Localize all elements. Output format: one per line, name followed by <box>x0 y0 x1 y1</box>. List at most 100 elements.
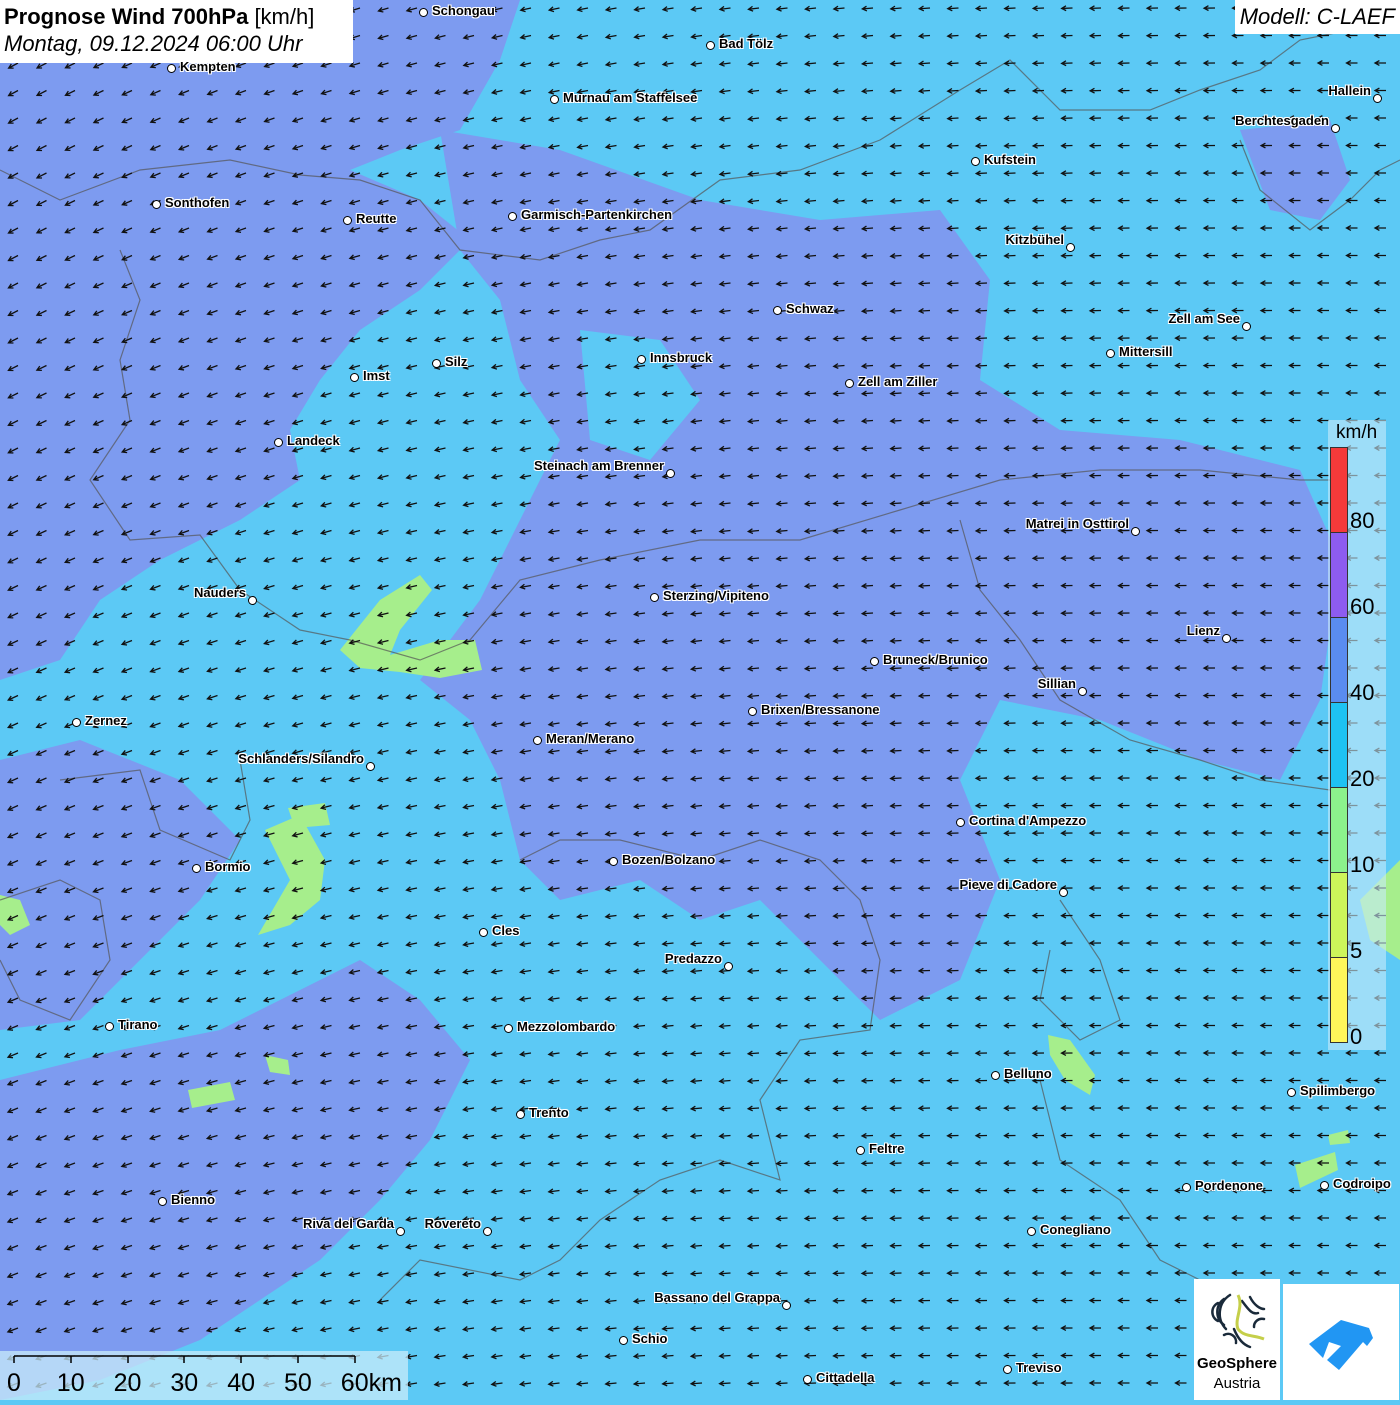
city-marker[interactable] <box>1003 1365 1012 1374</box>
wind-arrow <box>490 1078 503 1085</box>
wind-arrow <box>1202 1270 1216 1276</box>
city-marker[interactable] <box>192 864 201 873</box>
city-marker[interactable] <box>1320 1181 1329 1190</box>
wind-arrow <box>604 1078 617 1085</box>
wind-arrow <box>1259 1242 1273 1249</box>
city-marker[interactable] <box>1131 527 1140 536</box>
wind-arrow <box>1288 1132 1301 1139</box>
city-marker[interactable] <box>516 1110 525 1119</box>
wind-arrow <box>405 364 418 370</box>
wind-arrow <box>1174 5 1187 12</box>
city-marker[interactable] <box>971 157 980 166</box>
city-marker[interactable] <box>343 216 352 225</box>
city-marker[interactable] <box>105 1022 114 1031</box>
city-marker[interactable] <box>167 64 176 73</box>
city-marker[interactable] <box>1106 349 1115 358</box>
wind-arrow <box>1231 390 1244 397</box>
city-marker[interactable] <box>396 1227 405 1236</box>
city-marker[interactable] <box>956 818 965 827</box>
wind-arrow <box>1231 802 1244 809</box>
wind-arrow <box>1259 802 1273 809</box>
wind-arrow <box>177 667 190 673</box>
city-marker[interactable] <box>845 379 854 388</box>
wind-arrow <box>1288 335 1301 341</box>
city-marker[interactable] <box>504 1024 513 1033</box>
wind-arrow <box>1088 1242 1102 1249</box>
wind-arrow <box>291 611 304 618</box>
city-marker[interactable] <box>1331 124 1340 133</box>
city-marker[interactable] <box>508 212 517 221</box>
wind-arrow <box>1117 362 1130 369</box>
wind-arrow <box>1345 280 1358 286</box>
wind-arrow <box>946 1325 959 1332</box>
city-marker[interactable] <box>550 95 559 104</box>
city-marker[interactable] <box>152 200 161 209</box>
wind-arrow <box>1031 115 1045 122</box>
city-marker[interactable] <box>419 8 428 17</box>
wind-arrow <box>1145 115 1159 122</box>
wind-arrow <box>376 721 389 728</box>
city-marker[interactable] <box>609 857 618 866</box>
city-marker[interactable] <box>637 355 646 364</box>
city-marker[interactable] <box>991 1071 1000 1080</box>
wind-arrow <box>1031 830 1045 837</box>
city-marker[interactable] <box>72 718 81 727</box>
city-marker[interactable] <box>248 596 257 605</box>
wind-arrow <box>405 474 418 480</box>
city-marker[interactable] <box>1287 1088 1296 1097</box>
wind-arrow <box>433 281 446 288</box>
wind-arrow <box>974 1325 988 1332</box>
city-marker[interactable] <box>782 1301 791 1310</box>
city-marker[interactable] <box>1182 1183 1191 1192</box>
city-marker[interactable] <box>274 438 283 447</box>
city-marker[interactable] <box>479 928 488 937</box>
wind-arrow <box>7 694 19 701</box>
wind-arrow <box>718 88 731 95</box>
city-marker[interactable] <box>158 1197 167 1206</box>
city-marker[interactable] <box>1242 322 1251 331</box>
wind-arrow <box>775 1352 788 1359</box>
wind-arrow <box>1345 307 1358 314</box>
city-marker[interactable] <box>1066 243 1075 252</box>
wind-arrow <box>661 116 674 122</box>
wind-arrow <box>1316 280 1330 286</box>
wind-arrow <box>946 1187 959 1194</box>
legend-tick: 10 <box>1350 852 1375 877</box>
city-marker[interactable] <box>1027 1227 1036 1236</box>
city-marker[interactable] <box>1059 888 1068 897</box>
city-marker[interactable] <box>650 593 659 602</box>
wind-arrow <box>775 1242 788 1249</box>
wind-arrow <box>1202 940 1216 946</box>
city-marker[interactable] <box>724 962 733 971</box>
wind-arrow <box>775 1077 788 1084</box>
city-marker[interactable] <box>803 1375 812 1384</box>
wind-arrow <box>263 612 275 618</box>
wind-arrow <box>1202 1022 1216 1029</box>
city-marker[interactable] <box>483 1227 492 1236</box>
wind-arrow <box>632 1215 646 1222</box>
wind-arrow <box>661 1353 674 1360</box>
wind-arrow <box>1031 170 1045 177</box>
wind-arrow <box>1117 60 1130 67</box>
wind-arrow <box>974 802 988 809</box>
city-marker[interactable] <box>1222 634 1231 643</box>
city-marker[interactable] <box>706 41 715 50</box>
city-marker[interactable] <box>366 762 375 771</box>
wind-arrow <box>149 667 161 674</box>
city-marker[interactable] <box>1078 687 1087 696</box>
city-marker[interactable] <box>666 469 675 478</box>
city-marker[interactable] <box>350 373 359 382</box>
geosphere-austria-logo[interactable]: GeoSphere Austria <box>1194 1279 1280 1400</box>
wind-arrow <box>1231 995 1244 1001</box>
city-marker[interactable] <box>773 306 782 315</box>
city-marker[interactable] <box>533 736 542 745</box>
city-marker[interactable] <box>856 1146 865 1155</box>
wind-arrow <box>832 115 845 122</box>
city-marker[interactable] <box>870 657 879 666</box>
wind-arrow <box>1060 940 1073 947</box>
city-marker[interactable] <box>1373 94 1382 103</box>
city-marker[interactable] <box>432 359 441 368</box>
city-marker[interactable] <box>748 707 757 716</box>
city-marker[interactable] <box>619 1336 628 1345</box>
app-logo[interactable] <box>1283 1284 1399 1400</box>
